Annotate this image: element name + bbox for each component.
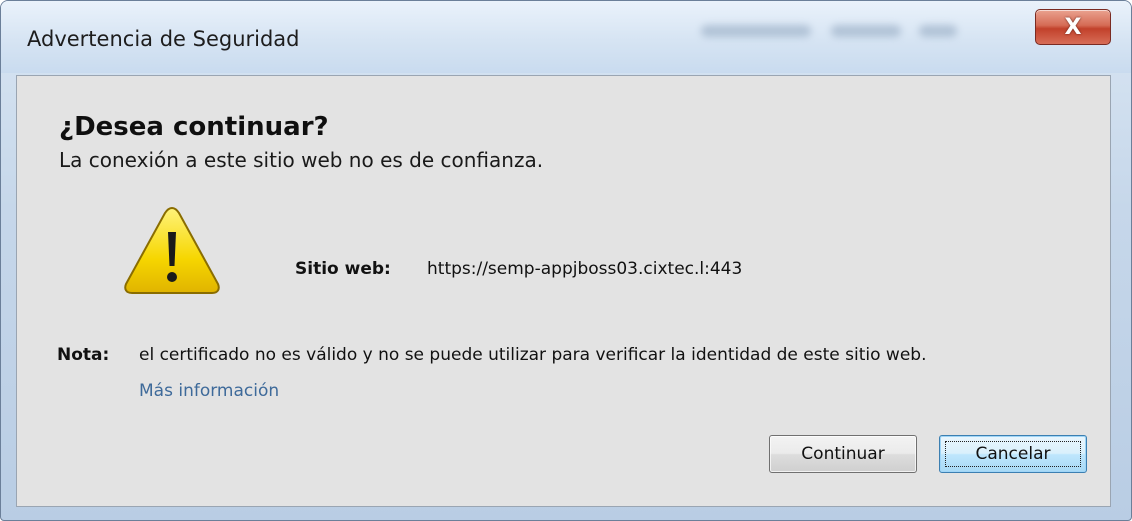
- window-title: Advertencia de Seguridad: [27, 27, 300, 51]
- continue-button[interactable]: Continuar: [769, 435, 917, 473]
- title-bar[interactable]: Advertencia de Seguridad X: [1, 1, 1131, 73]
- background-blur: [701, 25, 811, 37]
- site-url: https://semp-appjboss03.cixtec.l:443: [427, 259, 743, 279]
- dialog-heading: ¿Desea continuar?: [59, 112, 329, 142]
- more-info-link[interactable]: Más información: [139, 381, 279, 401]
- dialog-content: ¿Desea continuar? La conexión a este sit…: [16, 75, 1111, 507]
- dialog-subheading: La conexión a este sitio web no es de co…: [59, 148, 544, 172]
- cancel-button-label: Cancelar: [975, 444, 1051, 464]
- cancel-button[interactable]: Cancelar: [939, 435, 1087, 473]
- background-blur: [831, 25, 901, 37]
- continue-button-label: Continuar: [801, 444, 885, 464]
- background-blur: [919, 25, 957, 37]
- note-text: el certificado no es válido y no se pued…: [139, 345, 927, 365]
- close-icon: X: [1064, 14, 1082, 40]
- warning-triangle-icon: [124, 206, 220, 294]
- note-label: Nota:: [57, 345, 110, 365]
- dialog-window: Advertencia de Seguridad X ¿Desea contin…: [0, 0, 1132, 521]
- close-button[interactable]: X: [1035, 9, 1111, 45]
- site-label: Sitio web:: [295, 259, 391, 279]
